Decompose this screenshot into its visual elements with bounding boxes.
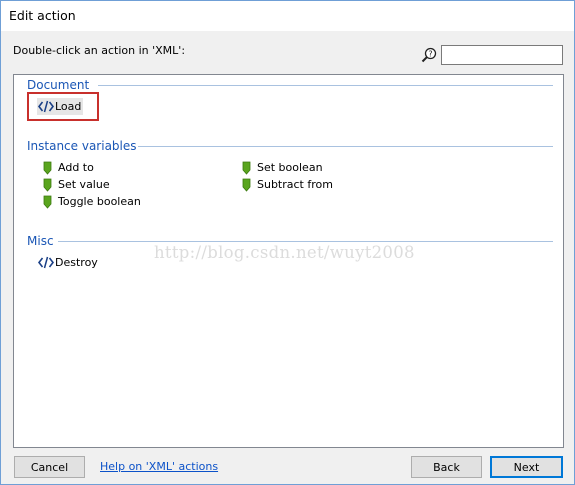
category-heading-document: Document — [27, 78, 90, 92]
xml-code-icon — [37, 256, 55, 269]
next-button[interactable]: Next — [490, 456, 563, 478]
green-flag-icon — [41, 178, 55, 192]
category-divider — [98, 85, 553, 86]
svg-text:?: ? — [428, 50, 432, 59]
watermark-text: http://blog.csdn.net/wuyt2008 — [154, 243, 415, 262]
category-heading-misc: Misc — [27, 234, 54, 248]
action-add-to[interactable]: Add to — [41, 159, 94, 176]
edit-action-dialog: Edit action Double-click an action in 'X… — [0, 0, 575, 485]
action-toggle-boolean[interactable]: Toggle boolean — [41, 193, 141, 210]
actions-list-panel: Document Load Instance variables Add to — [13, 74, 564, 448]
category-divider — [138, 146, 553, 147]
action-subtract-from[interactable]: Subtract from — [240, 176, 333, 193]
green-flag-icon — [240, 161, 254, 175]
cancel-button[interactable]: Cancel — [14, 456, 85, 478]
xml-code-icon — [37, 100, 55, 113]
action-label: Subtract from — [257, 178, 333, 191]
search-icon[interactable]: ? — [421, 47, 437, 63]
title-bar: Edit action — [1, 1, 574, 31]
back-button[interactable]: Back — [411, 456, 482, 478]
action-set-value[interactable]: Set value — [41, 176, 110, 193]
instruction-label: Double-click an action in 'XML': — [13, 44, 186, 57]
category-heading-instance-variables: Instance variables — [27, 139, 137, 153]
action-label: Add to — [58, 161, 94, 174]
search-input[interactable] — [441, 45, 563, 65]
action-destroy[interactable]: Destroy — [37, 254, 98, 271]
action-label: Set value — [58, 178, 110, 191]
action-set-boolean[interactable]: Set boolean — [240, 159, 323, 176]
category-divider — [58, 241, 553, 242]
window-title: Edit action — [9, 8, 76, 23]
green-flag-icon — [240, 178, 254, 192]
action-label: Toggle boolean — [58, 195, 141, 208]
green-flag-icon — [41, 195, 55, 209]
help-link[interactable]: Help on 'XML' actions — [100, 460, 218, 473]
action-label: Destroy — [55, 256, 98, 269]
green-flag-icon — [41, 161, 55, 175]
action-load[interactable]: Load — [37, 98, 84, 115]
action-label: Load — [55, 100, 82, 113]
action-label: Set boolean — [257, 161, 323, 174]
